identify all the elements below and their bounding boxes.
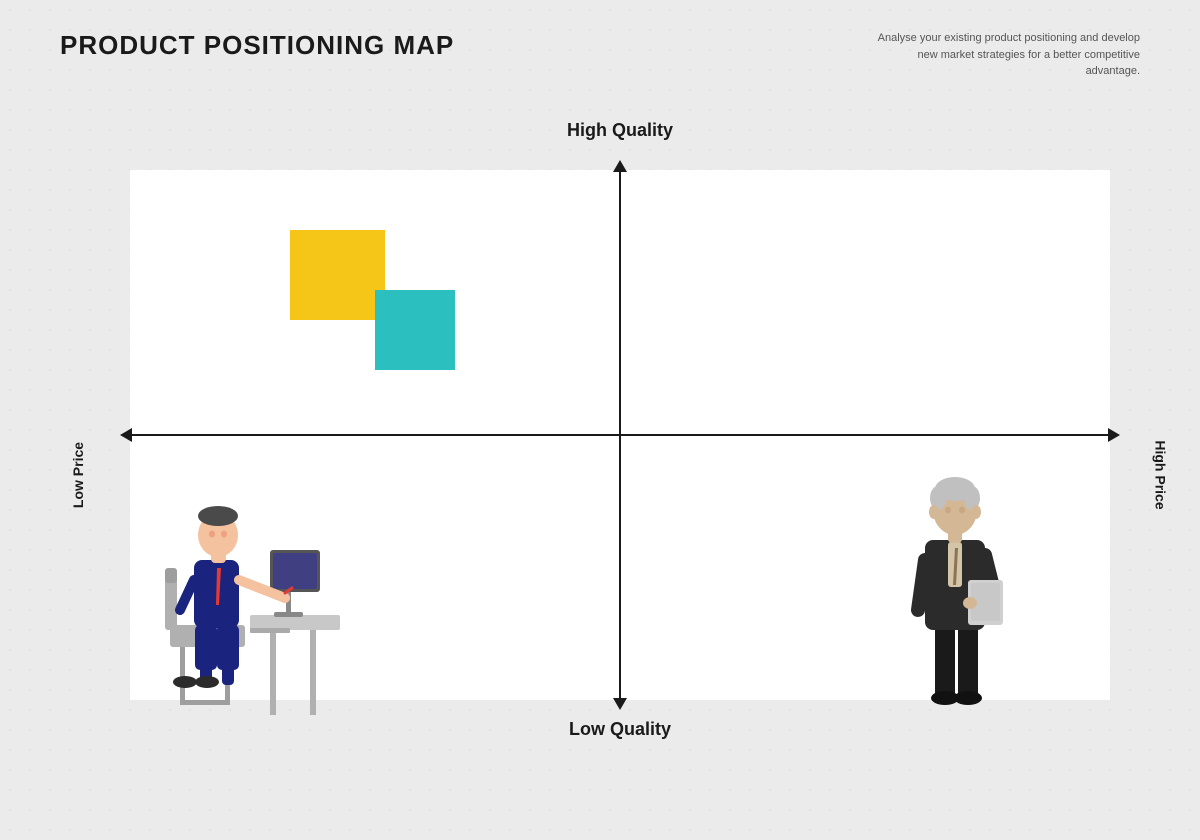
subtitle-text: Analyse your existing product positionin… xyxy=(860,30,1140,80)
product-box-teal[interactable] xyxy=(375,290,455,370)
product-box-yellow[interactable] xyxy=(290,230,385,320)
axis-label-high-price: High Price xyxy=(1152,440,1168,509)
person-right-illustration xyxy=(880,440,1030,720)
axis-label-high-quality: High Quality xyxy=(567,120,673,141)
page-container: PRODUCT POSITIONING MAP Analyse your exi… xyxy=(0,0,1200,840)
page-title: PRODUCT POSITIONING MAP xyxy=(60,30,454,61)
arrow-left-icon xyxy=(120,428,132,442)
person-left-illustration xyxy=(150,450,350,720)
header: PRODUCT POSITIONING MAP Analyse your exi… xyxy=(60,30,1140,80)
arrow-right-icon xyxy=(1108,428,1120,442)
arrow-up-icon xyxy=(613,160,627,172)
arrow-down-icon xyxy=(613,698,627,710)
axis-label-low-quality: Low Quality xyxy=(569,719,671,740)
chart-board xyxy=(130,170,1110,700)
axis-vertical xyxy=(619,170,621,700)
axis-label-low-price: Low Price xyxy=(70,442,86,508)
chart-container: High Quality Low Quality Low Price High … xyxy=(100,170,1140,780)
